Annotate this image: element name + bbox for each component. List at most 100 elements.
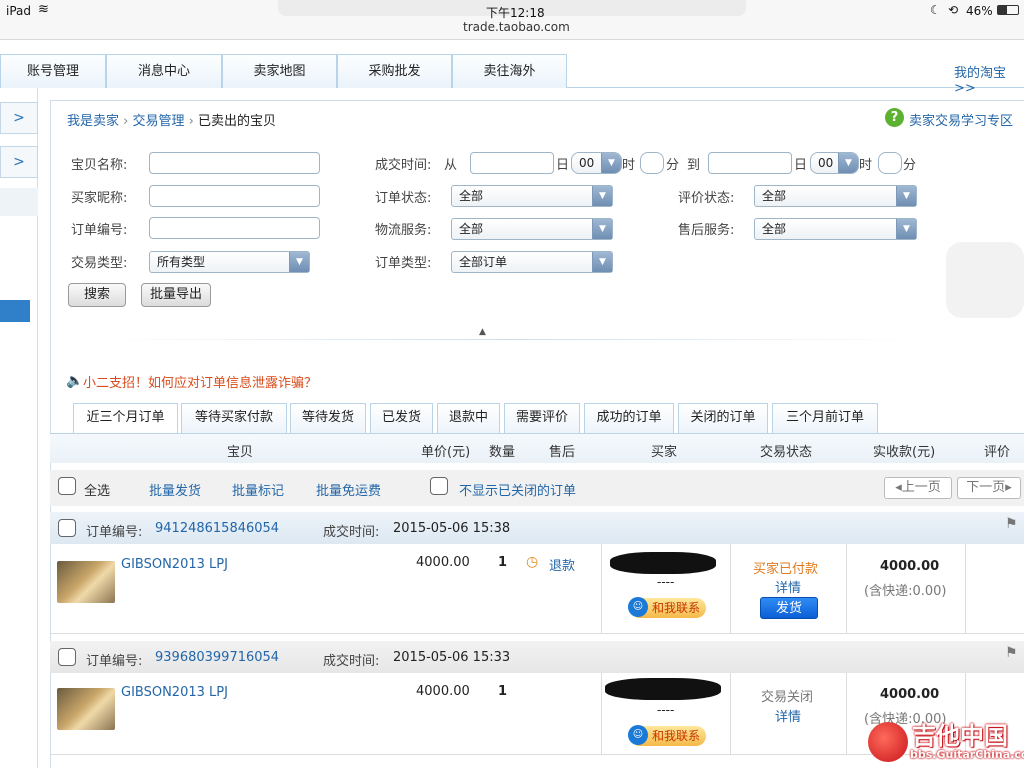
order-no[interactable]: 941248615846054 xyxy=(155,521,279,536)
sidebar-selected-item[interactable] xyxy=(0,300,30,322)
quantity: 1 xyxy=(498,684,508,699)
breadcrumb-sep: › xyxy=(123,114,129,129)
chevron-down-icon: ▼ xyxy=(896,219,916,239)
hour-label: 时 xyxy=(622,158,636,173)
breadcrumb-trade[interactable]: 交易管理 xyxy=(133,114,185,129)
after-sale-select[interactable]: 全部 ▼ xyxy=(754,218,917,240)
nav-tab-seller-map[interactable]: 卖家地图 xyxy=(222,54,337,88)
end-hour-select[interactable]: 00 ▼ xyxy=(810,152,859,174)
tab-recent-3-months[interactable]: 近三个月订单 xyxy=(73,403,178,434)
col-divider xyxy=(601,673,602,755)
contact-me-button[interactable]: ☺ 和我联系 xyxy=(628,725,706,746)
end-hour-value: 00 xyxy=(818,156,834,170)
sidebar-item[interactable] xyxy=(0,188,38,216)
paid-amount: 4000.00 xyxy=(880,687,940,702)
order-no-label: 订单编号: xyxy=(86,654,143,669)
search-button[interactable]: 搜索 xyxy=(68,283,126,307)
export-button[interactable]: 批量导出 xyxy=(141,283,211,307)
nav-tab-wholesale[interactable]: 采购批发 xyxy=(337,54,452,88)
nav-tab-overseas[interactable]: 卖往海外 xyxy=(452,54,567,88)
bulk-mark-link[interactable]: 批量标记 xyxy=(232,480,284,499)
logistics-select[interactable]: 全部 ▼ xyxy=(451,218,613,240)
detail-link[interactable]: 详情 xyxy=(775,577,801,596)
select-all-label: 全选 xyxy=(84,484,111,499)
sidebar-expand-button-1[interactable]: > xyxy=(0,102,38,134)
filter-divider xyxy=(100,339,920,340)
order-no-input[interactable] xyxy=(149,217,320,239)
tab-closed[interactable]: 关闭的订单 xyxy=(678,403,768,433)
tab-need-review[interactable]: 需要评价 xyxy=(504,403,580,433)
order-no[interactable]: 939680399716054 xyxy=(155,650,279,665)
product-thumbnail[interactable] xyxy=(57,688,115,730)
url-text[interactable]: trade.taobao.com xyxy=(463,20,570,34)
bulk-free-shipping-link[interactable]: 批量免运费 xyxy=(316,480,381,499)
nav-tab-messages[interactable]: 消息中心 xyxy=(106,54,222,88)
tab-shipped[interactable]: 已发货 xyxy=(370,403,433,433)
chevron-right-icon: ▸ xyxy=(1005,480,1012,495)
item-name-input[interactable] xyxy=(149,152,320,174)
speaker-icon: 🔈 xyxy=(66,373,84,389)
product-thumbnail[interactable] xyxy=(57,561,115,603)
notice-link[interactable]: 小二支招！如何应对订单信息泄露诈骗？ xyxy=(83,372,317,391)
next-page-button[interactable]: 下一页▸ xyxy=(957,477,1021,499)
prev-page-button[interactable]: ◂上一页 xyxy=(884,477,952,499)
flag-icon[interactable]: ⚑ xyxy=(1005,645,1018,661)
tab-refunding[interactable]: 退款中 xyxy=(437,403,500,433)
chevron-down-icon: ▼ xyxy=(838,153,858,173)
product-link[interactable]: GIBSON2013 LPJ xyxy=(121,557,228,572)
my-taobao-link[interactable]: 我的淘宝 >> xyxy=(954,62,1024,96)
order-checkbox[interactable] xyxy=(58,519,76,537)
order-checkbox[interactable] xyxy=(58,648,76,666)
assistive-touch-button[interactable] xyxy=(946,242,1024,318)
end-minute-input[interactable] xyxy=(878,152,902,174)
refund-link[interactable]: 退款 xyxy=(549,555,575,574)
detail-link[interactable]: 详情 xyxy=(775,706,801,725)
select-all-checkbox[interactable] xyxy=(58,477,76,495)
hide-closed-checkbox[interactable] xyxy=(430,477,448,495)
watermark-title: 吉他中国 xyxy=(912,722,1008,750)
col-divider xyxy=(601,544,602,634)
tab-awaiting-shipment[interactable]: 等待发货 xyxy=(290,403,366,433)
buyer-dash: ---- xyxy=(657,703,675,717)
collapse-arrow-icon[interactable]: ▲ xyxy=(479,327,486,337)
ios-status-bar: iPad ≋ 下午12:18 trade.taobao.com ☾ ⟲ 46% xyxy=(0,0,1024,40)
tab-awaiting-payment[interactable]: 等待买家付款 xyxy=(181,403,287,433)
device-label: iPad xyxy=(6,4,32,18)
tab-older-orders[interactable]: 三个月前订单 xyxy=(772,403,878,433)
flag-icon[interactable]: ⚑ xyxy=(1005,516,1018,532)
col-item: 宝贝 xyxy=(227,445,254,460)
breadcrumb-seller[interactable]: 我是卖家 xyxy=(67,114,119,129)
help-link[interactable]: 卖家交易学习专区 xyxy=(909,110,1013,129)
watermark-url: bbs.GuitarChina.com xyxy=(910,748,1024,761)
tab-successful[interactable]: 成功的订单 xyxy=(584,403,674,433)
next-page-label: 下一页 xyxy=(966,480,1006,495)
trade-type-label: 交易类型: xyxy=(71,256,128,271)
product-link[interactable]: GIBSON2013 LPJ xyxy=(121,685,228,700)
chevron-down-icon: ▼ xyxy=(601,153,621,173)
end-date-input[interactable] xyxy=(708,152,792,174)
start-date-input[interactable] xyxy=(470,152,554,174)
order-no-label: 订单编号: xyxy=(71,223,128,238)
order-status-label: 订单状态: xyxy=(375,191,432,206)
start-minute-input[interactable] xyxy=(640,152,664,174)
chat-icon: ☺ xyxy=(628,725,648,745)
deal-time-label: 成交时间: xyxy=(323,525,380,540)
table-header: 宝贝 单价(元) 数量 售后 买家 交易状态 实收款(元) 评价 xyxy=(50,433,1024,463)
hour-label: 时 xyxy=(859,158,873,173)
buyer-nick-input[interactable] xyxy=(149,185,320,207)
moon-icon: ☾ xyxy=(930,3,941,17)
trade-type-select[interactable]: 所有类型 ▼ xyxy=(149,251,310,273)
order-type-value: 全部订单 xyxy=(459,255,508,269)
ship-button[interactable]: 发货 xyxy=(760,597,818,619)
order-status-select[interactable]: 全部 ▼ xyxy=(451,185,613,207)
review-status-select[interactable]: 全部 ▼ xyxy=(754,185,917,207)
sidebar-expand-button-2[interactable]: > xyxy=(0,146,38,178)
chevron-down-icon: ▼ xyxy=(289,252,309,272)
start-hour-select[interactable]: 00 ▼ xyxy=(571,152,622,174)
order-type-label: 订单类型: xyxy=(375,256,432,271)
order-type-select[interactable]: 全部订单 ▼ xyxy=(451,251,613,273)
bulk-ship-link[interactable]: 批量发货 xyxy=(149,480,201,499)
hide-closed-label[interactable]: 不显示已关闭的订单 xyxy=(459,480,576,499)
nav-tab-account[interactable]: 账号管理 xyxy=(0,54,106,88)
contact-me-button[interactable]: ☺ 和我联系 xyxy=(628,597,706,618)
